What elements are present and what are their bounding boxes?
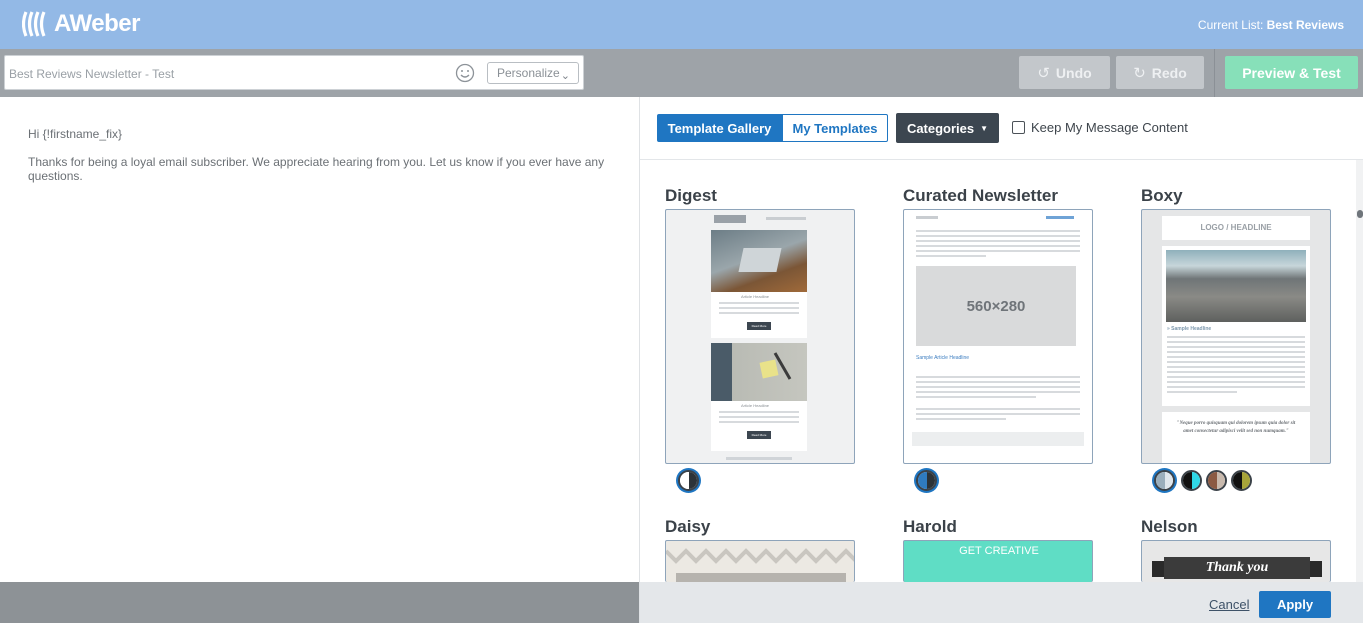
color-swatch-digest-1[interactable] [678, 470, 699, 491]
apply-button[interactable]: Apply [1259, 591, 1331, 618]
subject-input[interactable] [9, 65, 439, 83]
current-list-label: Current List: [1197, 18, 1264, 32]
thumb-ribbon: Thank you [1164, 557, 1310, 579]
preview-test-label: Preview & Test [1242, 64, 1341, 81]
thumb-thank-you: Thank you [1205, 560, 1269, 575]
redo-label: Redo [1151, 64, 1187, 81]
thumb-article-headline-2: Article Headline [741, 403, 770, 408]
color-swatch-boxy-1[interactable] [1154, 470, 1175, 491]
thumb-beach-image [1166, 250, 1306, 322]
template-title-digest: Digest [665, 186, 717, 205]
app-header: AWeber Current List: Best Reviews [0, 0, 1363, 49]
color-swatch-curated-1[interactable] [916, 470, 937, 491]
editor-footer [0, 582, 639, 623]
thumb-header-text [766, 217, 806, 220]
redo-icon: ↻ [1133, 64, 1146, 82]
thumb-read-more-button-2: Read More [747, 431, 771, 439]
current-list[interactable]: Current List: Best Reviews [1198, 18, 1344, 32]
personalize-label: Personalize [497, 66, 560, 80]
template-thumb-daisy[interactable] [665, 540, 855, 582]
tab-template-gallery[interactable]: Template Gallery [657, 114, 782, 142]
message-greeting[interactable]: Hi {!firstname_fix} [28, 127, 122, 141]
caret-down-icon: ▼ [980, 123, 989, 133]
template-thumb-nelson[interactable]: Thank you [1141, 540, 1331, 582]
undo-icon: ↺ [1037, 64, 1050, 82]
thumb-quote: "Neque porro quisquam qui dolorem ipsum … [1162, 412, 1310, 463]
thumb-article-card-2: Article Headline Read More [711, 343, 807, 451]
personalize-dropdown[interactable]: Personalize ⌄ [487, 62, 579, 84]
redo-button[interactable]: ↻ Redo [1116, 56, 1204, 89]
template-panel: Template Gallery My Templates Categories… [639, 97, 1363, 623]
categories-label: Categories [906, 120, 975, 136]
current-list-value: Best Reviews [1266, 18, 1344, 32]
thumb-article-card: Article Headline Read More [711, 230, 807, 338]
template-title-harold: Harold [903, 517, 957, 536]
categories-dropdown[interactable]: Categories ▼ [896, 113, 999, 143]
thumb-article-headline: Article Headline [741, 294, 770, 299]
thumb-get-creative: GET CREATIVE [959, 545, 1039, 557]
template-thumb-harold[interactable]: GET CREATIVE [903, 540, 1093, 582]
keep-content-checkbox[interactable] [1012, 121, 1025, 134]
subject-field: Personalize ⌄ [4, 55, 584, 90]
message-body[interactable]: Thanks for being a loyal email subscribe… [28, 155, 618, 183]
tab-my-templates[interactable]: My Templates [782, 114, 888, 142]
thumb-logo-headline: LOGO / HEADLINE [1162, 216, 1310, 240]
template-title-curated-newsletter: Curated Newsletter [903, 186, 1058, 205]
chevron-down-icon: ⌄ [560, 70, 570, 82]
template-thumb-digest[interactable]: Article Headline Read More Article Headl… [665, 209, 855, 464]
thumb-boxy-sample-headline: » Sample Headline [1167, 326, 1212, 332]
undo-label: Undo [1055, 64, 1092, 81]
color-swatch-boxy-3[interactable] [1206, 470, 1227, 491]
thumb-sample-headline: Sample Article Headline [916, 355, 970, 361]
template-panel-footer: Cancel Apply [640, 582, 1363, 623]
template-thumb-boxy[interactable]: LOGO / HEADLINE » Sample Headline "Neque… [1141, 209, 1331, 464]
thumb-laptop-image [711, 230, 807, 292]
template-panel-header: Template Gallery My Templates Categories… [640, 97, 1363, 160]
scrollbar-thumb[interactable] [1357, 210, 1363, 218]
cancel-link[interactable]: Cancel [1209, 597, 1249, 612]
color-swatch-boxy-4[interactable] [1231, 470, 1252, 491]
template-title-daisy: Daisy [665, 517, 711, 536]
template-title-nelson: Nelson [1141, 517, 1198, 536]
thumb-image-placeholder: 560×280 [916, 266, 1076, 346]
color-swatch-boxy-2[interactable] [1181, 470, 1202, 491]
template-scrollbar[interactable] [1356, 160, 1363, 582]
thumb-logo [714, 215, 746, 223]
thumb-chevron-pattern [666, 548, 854, 564]
thumb-footer-text [726, 457, 792, 460]
editor-toolbar: Personalize ⌄ ↺ Undo ↻ Redo Preview & Te… [0, 49, 1363, 97]
preview-test-button[interactable]: Preview & Test [1225, 56, 1358, 89]
smiley-icon[interactable] [455, 63, 475, 83]
undo-button[interactable]: ↺ Undo [1019, 56, 1110, 89]
thumb-read-more-button: Read More [747, 322, 771, 330]
template-title-boxy: Boxy [1141, 186, 1183, 205]
keep-content-label[interactable]: Keep My Message Content [1031, 120, 1188, 135]
toolbar-divider [1214, 49, 1215, 97]
aweber-logo[interactable]: AWeber [22, 10, 140, 38]
message-editor[interactable]: Hi {!firstname_fix} Thanks for being a l… [0, 97, 639, 582]
template-thumb-curated-newsletter[interactable]: 560×280 Sample Article Headline [903, 209, 1093, 464]
brand-name: AWeber [54, 10, 140, 37]
thumb-notes-image [711, 343, 807, 401]
aweber-logo-icon [22, 11, 46, 37]
